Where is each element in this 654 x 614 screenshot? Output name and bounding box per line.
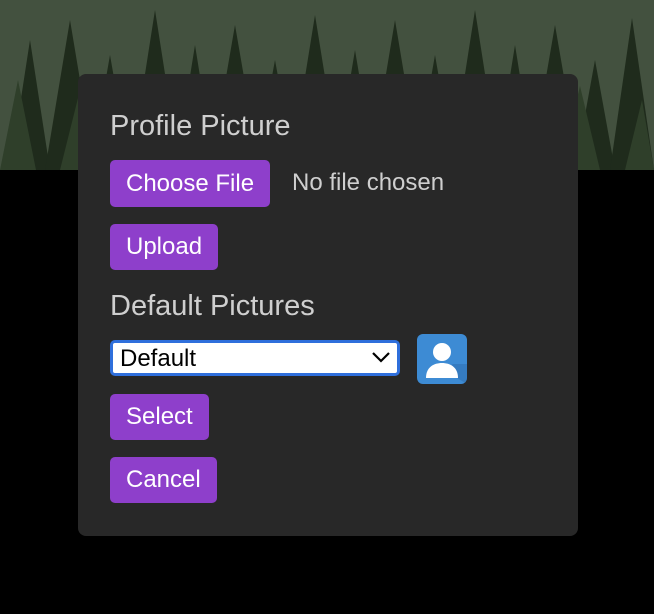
avatar-preview — [417, 334, 467, 384]
default-pictures-heading: Default Pictures — [110, 290, 315, 322]
file-status-text: No file chosen — [292, 169, 445, 196]
user-silhouette-icon — [426, 343, 467, 384]
profile-picture-dialog: Profile Picture Choose File No file chos… — [78, 74, 578, 536]
choose-file-button[interactable]: Choose File — [110, 160, 271, 207]
select-button[interactable]: Select — [110, 394, 209, 440]
upload-button[interactable]: Upload — [110, 224, 219, 270]
profile-picture-heading: Profile Picture — [110, 110, 291, 142]
select-value: Default — [120, 345, 197, 372]
chevron-down-icon — [371, 350, 391, 369]
cancel-button[interactable]: Cancel — [110, 457, 217, 503]
default-picture-select[interactable]: Default — [110, 340, 400, 376]
